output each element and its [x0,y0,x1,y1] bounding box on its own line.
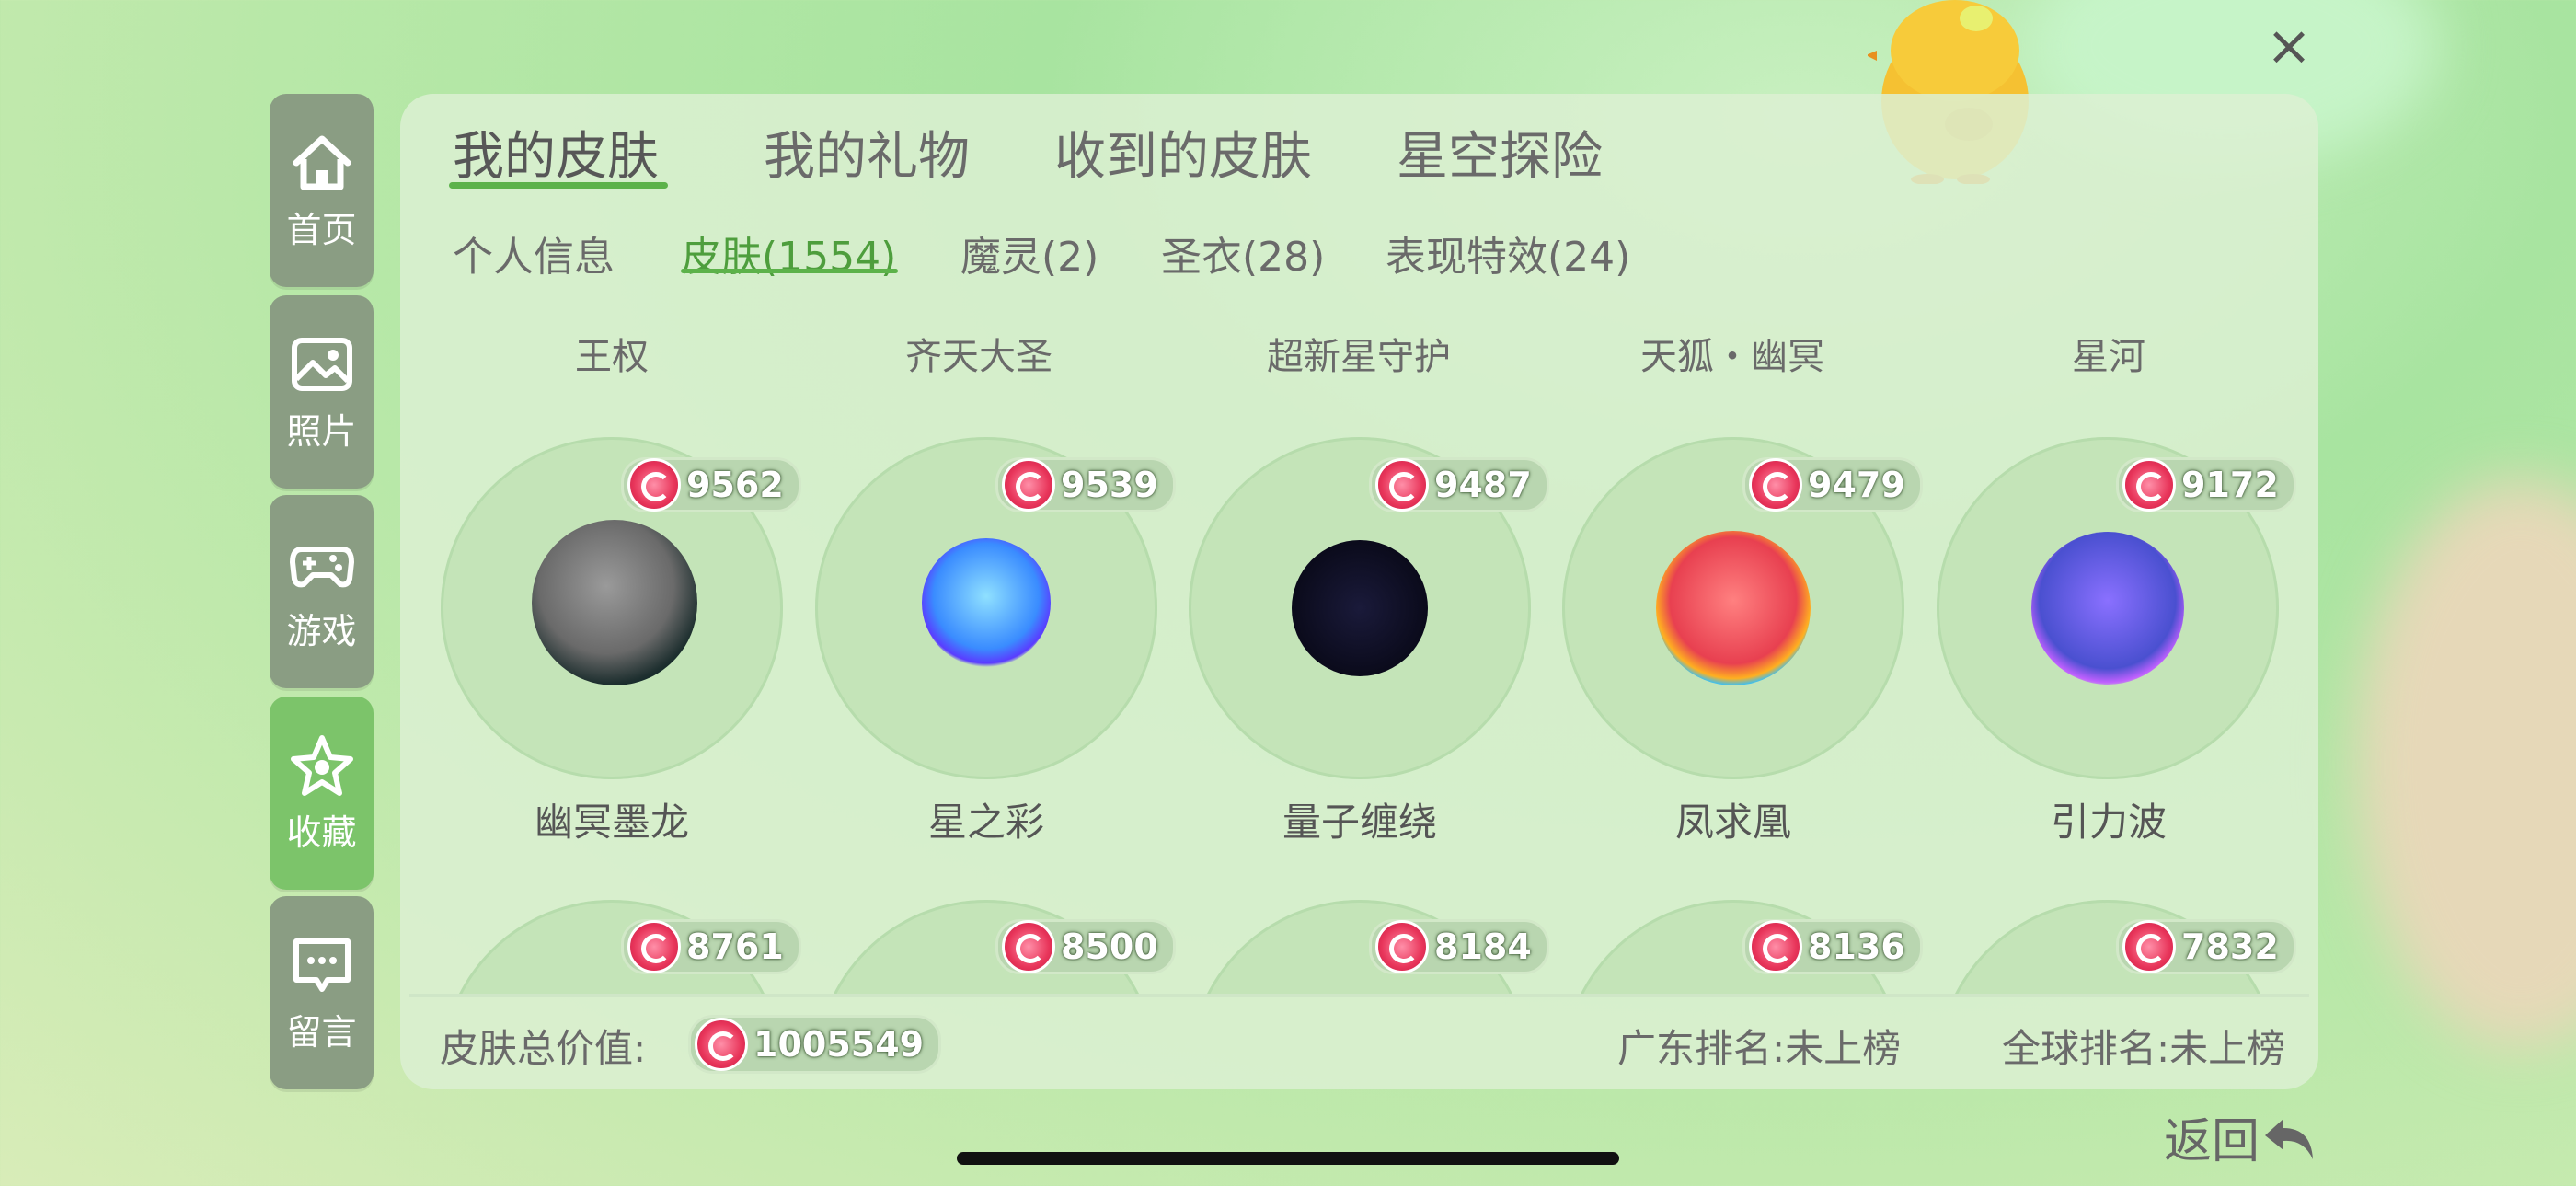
sidebar-item-messages[interactable]: 留言 [270,896,374,1089]
price-badge: 9487 [1369,457,1549,512]
price-badge: 9479 [1742,457,1923,512]
price-badge: 7832 [2116,919,2296,974]
tab-my-skins[interactable]: 我的皮肤 [453,115,659,190]
skin-orb [1292,540,1428,676]
price-value: 9172 [2181,465,2279,505]
sidebar-item-home[interactable]: 首页 [270,94,374,287]
price-badge: 8500 [995,919,1176,974]
skin-name: 天狐・幽冥 [1640,336,1824,378]
candy-icon [2122,920,2176,973]
skin-name: 王权 [575,336,649,378]
total-value: 1005549 [753,1024,925,1065]
candy-icon [1749,458,1802,512]
skin-orb [2031,532,2184,685]
tab-received-skins[interactable]: 收到的皮肤 [1054,115,1312,190]
price-value: 9539 [1061,465,1158,505]
tab-underline [449,182,668,189]
sidebar-item-label: 游戏 [286,610,357,651]
back-label: 返回 [2164,1114,2260,1169]
subtab-effects[interactable]: 表现特效(24) [1386,224,1630,282]
photo-icon [291,337,352,391]
home-icon [293,135,351,190]
skin-name: 引力波 [2050,800,2168,845]
footer-divider [409,994,2309,997]
skin-orb [532,520,697,685]
global-rank: 全球排名:未上榜 [2002,1026,2286,1071]
subtab-underline [681,269,898,273]
subtab-profile[interactable]: 个人信息 [453,224,615,282]
skin-name: 星河 [2072,336,2145,378]
background-glow [2355,478,2576,1049]
total-value-badge: 1005549 [688,1015,942,1074]
price-badge: 9172 [2116,457,2296,512]
price-value: 9562 [686,465,784,505]
skin-name: 量子缠绕 [1282,800,1438,845]
subtab-skins[interactable]: 皮肤(1554) [681,224,896,282]
price-value: 9487 [1434,465,1532,505]
skin-name: 幽冥墨龙 [534,800,690,845]
close-button[interactable]: × [2261,18,2317,74]
price-badge: 8761 [621,919,801,974]
back-button[interactable]: 返回 [2164,1102,2318,1171]
price-badge: 8136 [1742,919,1923,974]
skin-name: 星之彩 [927,800,1045,845]
skin-name: 齐天大圣 [905,336,1052,378]
candy-icon [1002,920,1055,973]
price-value: 7832 [2181,927,2279,967]
price-value: 8184 [1434,927,1532,967]
candy-icon [1749,920,1802,973]
subtab-spirits[interactable]: 魔灵(2) [960,224,1098,282]
price-value: 8761 [686,927,784,967]
sidebar-item-games[interactable]: 游戏 [270,495,374,688]
skin-orb [922,538,1051,667]
home-indicator[interactable] [957,1152,1619,1165]
subtab-armor[interactable]: 圣衣(28) [1161,224,1325,282]
price-value: 8136 [1808,927,1905,967]
price-value: 8500 [1061,927,1158,967]
skin-orb [1656,531,1811,685]
sidebar-item-label: 照片 [286,410,357,452]
price-value: 9479 [1808,465,1905,505]
tab-star-adventure[interactable]: 星空探险 [1397,115,1603,190]
gamepad-icon [289,546,354,587]
skin-name: 超新星守护 [1267,336,1451,378]
sidebar-item-favorites[interactable]: 收藏 [270,697,374,890]
message-icon [293,938,351,992]
back-arrow-icon [2265,1118,2314,1159]
sidebar-item-label: 收藏 [286,812,357,853]
total-value-label: 皮肤总价值: [440,1026,647,1071]
price-badge: 9562 [621,457,801,512]
guangdong-rank: 广东排名:未上榜 [1617,1026,1902,1071]
sidebar-item-label: 留言 [286,1011,357,1053]
skin-name: 凤求凰 [1674,800,1792,845]
candy-icon [1375,920,1429,973]
price-badge: 8184 [1369,919,1549,974]
sidebar-item-label: 首页 [286,209,357,250]
tab-my-gifts[interactable]: 我的礼物 [764,115,970,190]
candy-icon [627,458,681,512]
candy-icon [627,920,681,973]
candy-icon [1002,458,1055,512]
candy-icon [2122,458,2176,512]
sidebar-item-photos[interactable]: 照片 [270,295,374,489]
candy-icon [695,1018,748,1071]
star-icon [290,734,353,796]
candy-icon [1375,458,1429,512]
price-badge: 9539 [995,457,1176,512]
